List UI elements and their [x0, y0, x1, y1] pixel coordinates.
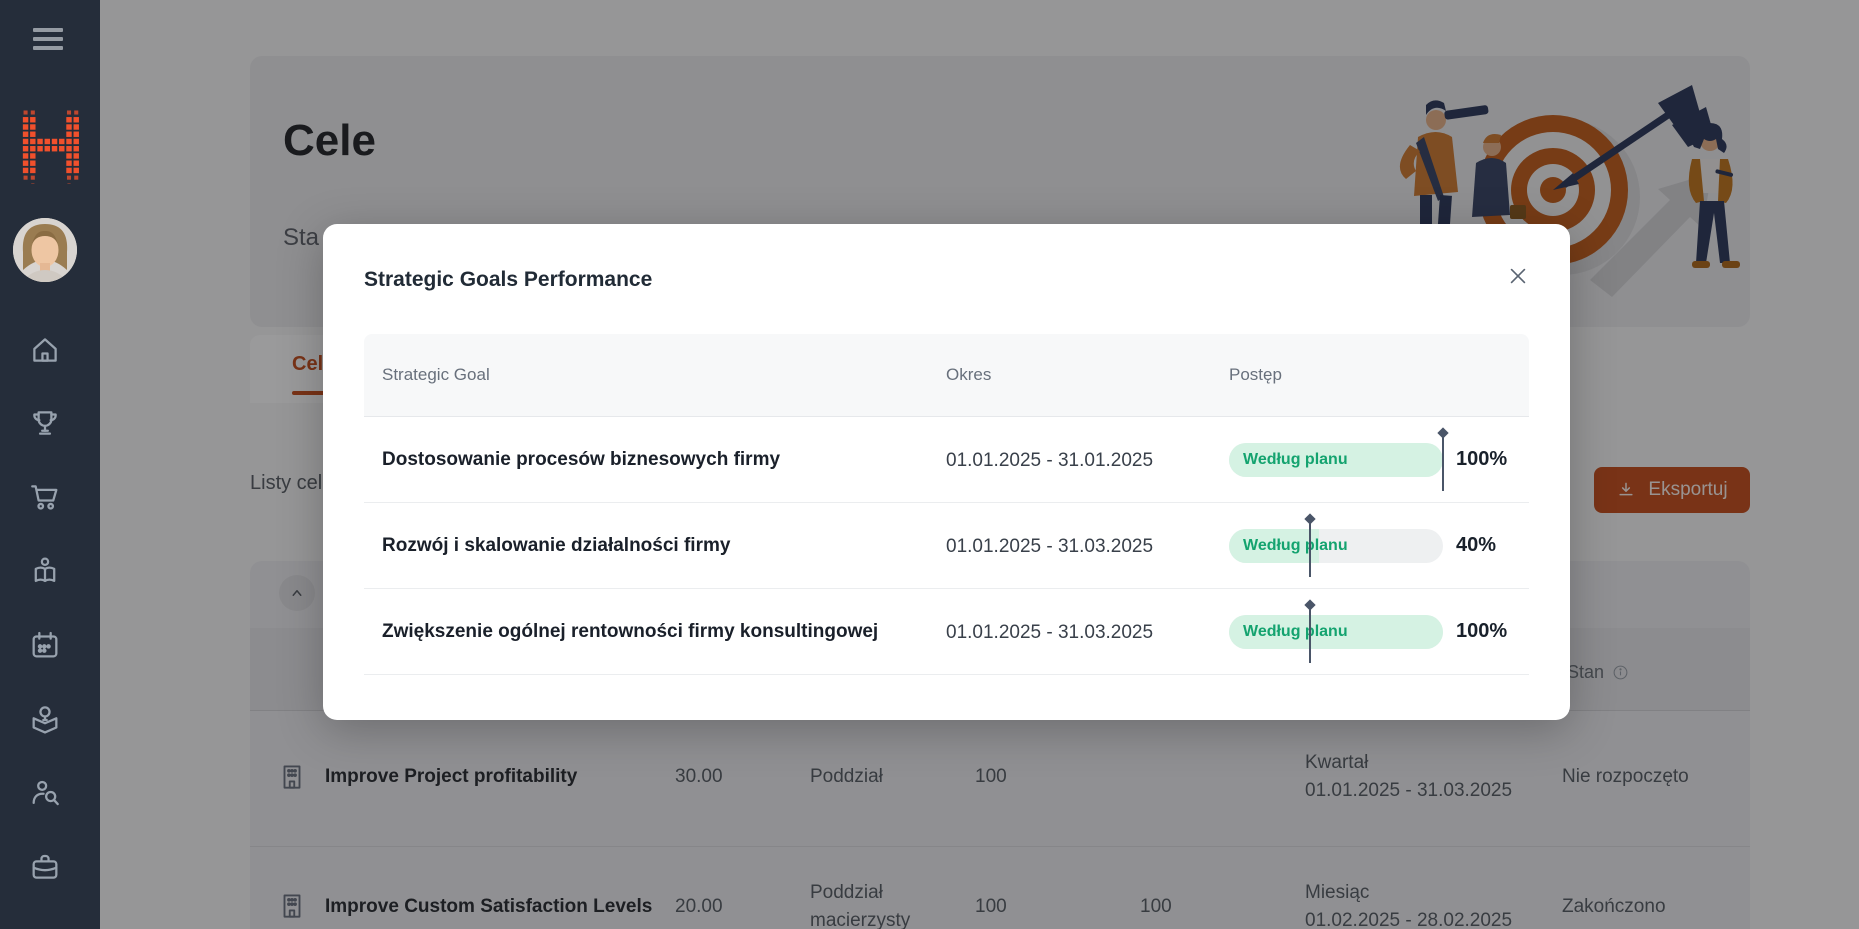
progress-bar: Według planu [1229, 615, 1443, 649]
time-marker [1309, 601, 1311, 663]
column-header-postep: Postęp [1229, 365, 1282, 385]
time-marker [1309, 515, 1311, 577]
table-row[interactable]: Dostosowanie procesów biznesowych firmy … [364, 417, 1529, 503]
avatar-image [13, 218, 77, 282]
close-button[interactable] [1499, 257, 1537, 295]
time-marker [1442, 429, 1444, 491]
trophy-icon[interactable] [28, 406, 62, 440]
progress-bar: Według planu [1229, 443, 1443, 477]
status-badge: Według planu [1243, 537, 1348, 555]
status-badge: Według planu [1243, 623, 1348, 641]
column-header-okres: Okres [946, 365, 991, 385]
goal-name: Zwiększenie ogólnej rentowności firmy ko… [382, 621, 878, 643]
progress-percent: 40% [1456, 534, 1496, 557]
app-window: Cele Sta [0, 0, 1859, 929]
modal-title: Strategic Goals Performance [364, 268, 652, 292]
calendar-icon[interactable] [28, 628, 62, 662]
goal-period: 01.01.2025 - 31.03.2025 [946, 622, 1153, 644]
goal-period: 01.01.2025 - 31.03.2025 [946, 536, 1153, 558]
person-search-icon[interactable] [28, 776, 62, 810]
home-icon[interactable] [28, 333, 62, 367]
goal-name: Rozwój i skalowanie działalności firmy [382, 535, 730, 557]
reading-icon[interactable] [28, 554, 62, 588]
progress-bar: Według planu [1229, 529, 1443, 563]
idea-book-icon[interactable] [28, 702, 62, 736]
table-row[interactable]: Zwiększenie ogólnej rentowności firmy ko… [364, 589, 1529, 675]
sidebar [0, 0, 100, 929]
table-row[interactable]: Rozwój i skalowanie działalności firmy 0… [364, 503, 1529, 589]
briefcase-icon[interactable] [28, 850, 62, 884]
column-header-goal: Strategic Goal [382, 365, 490, 385]
strategic-goals-table: Strategic Goal Okres Postęp Dostosowanie… [364, 334, 1529, 675]
goal-period: 01.01.2025 - 31.01.2025 [946, 450, 1153, 472]
user-avatar[interactable] [13, 218, 77, 282]
table-header-row: Strategic Goal Okres Postęp [364, 334, 1529, 417]
status-badge: Według planu [1243, 451, 1348, 469]
progress-percent: 100% [1456, 620, 1507, 643]
cart-icon[interactable] [28, 480, 62, 514]
goal-name: Dostosowanie procesów biznesowych firmy [382, 449, 780, 471]
progress-percent: 100% [1456, 448, 1507, 471]
logo-h[interactable] [21, 108, 79, 184]
close-icon [1507, 265, 1529, 287]
menu-icon[interactable] [33, 28, 63, 55]
strategic-goals-modal: Strategic Goals Performance Strategic Go… [323, 224, 1570, 720]
